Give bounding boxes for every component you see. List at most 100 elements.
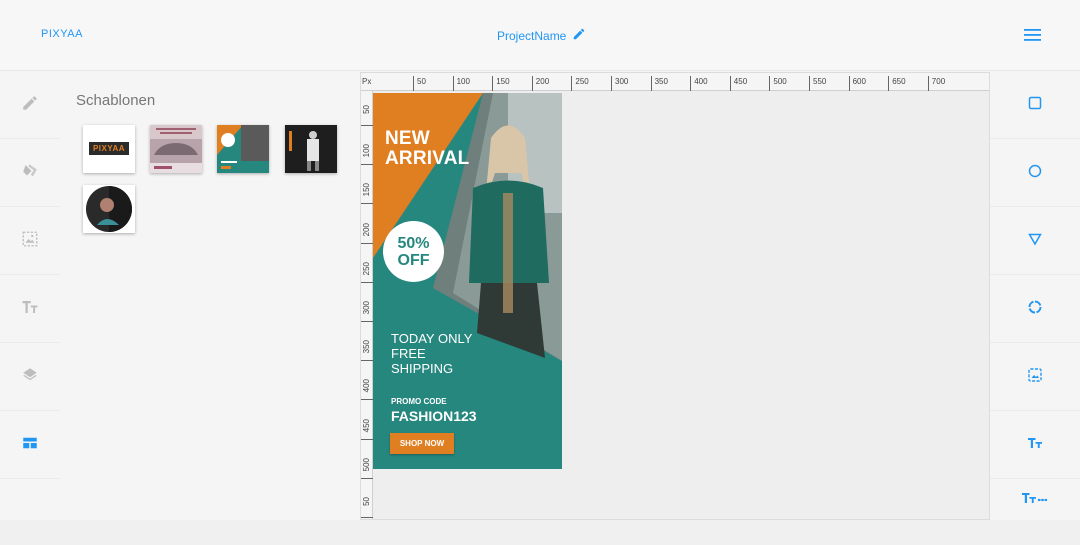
offer-line1: TODAY ONLY	[391, 331, 473, 346]
project-name[interactable]: ProjectName	[497, 29, 566, 43]
ruler-vertical: 50 100 150 200 250 300 350 400 450 500 50	[361, 91, 373, 519]
template-thumb-logo[interactable]: PIXYAA	[83, 125, 135, 173]
ad-headline: NEW ARRIVAL	[385, 129, 469, 169]
ruler-label: 600	[852, 77, 866, 86]
ruler-tick	[848, 76, 850, 91]
ruler-tick	[361, 438, 373, 440]
ruler-label: 450	[733, 77, 748, 86]
ring-icon[interactable]	[1027, 299, 1043, 320]
ruler-tick	[361, 242, 373, 244]
rail-item-templates[interactable]	[0, 412, 60, 479]
ruler-horizontal: Px 50 100 150 200 250 300 350 400 450 500 550 600 65…	[361, 73, 989, 91]
ruler-tick	[361, 360, 373, 362]
tool-image-frame[interactable]	[990, 344, 1080, 411]
rail-item-empty	[0, 480, 60, 520]
tool-rectangle[interactable]	[990, 72, 1080, 139]
template-thumb-portrait[interactable]	[83, 185, 135, 233]
ruler-label: 300	[615, 77, 629, 86]
promo-code: FASHION123	[391, 408, 477, 424]
ruler-tick	[888, 76, 890, 91]
shop-now-button[interactable]: SHOP NOW	[390, 433, 454, 454]
badge-percent: 50%	[397, 234, 430, 252]
pencil-icon[interactable]	[21, 94, 39, 117]
tool-circle[interactable]	[990, 140, 1080, 207]
text-size-icon[interactable]	[1027, 435, 1043, 456]
brand-logo[interactable]: PIXYAA	[41, 28, 83, 40]
ruler-label: 50	[362, 105, 371, 114]
hamburger-menu-icon[interactable]	[1024, 28, 1042, 42]
ruler-tick	[531, 76, 533, 91]
fill-icon[interactable]	[21, 162, 39, 185]
edit-pencil-icon[interactable]	[572, 27, 586, 44]
discount-badge: 50% OFF	[383, 221, 444, 282]
app: PIXYAA ProjectName Schablonen PIXYAA Px …	[0, 0, 1080, 545]
ruler-tick	[361, 399, 373, 401]
panel-title: Schablonen	[76, 92, 156, 109]
canvas-area[interactable]: Px 50 100 150 200 250 300 350 400 450 500 550 600 65…	[360, 72, 990, 520]
ruler-label: 400	[362, 379, 371, 393]
ruler-tick	[571, 76, 573, 91]
template-thumb-car[interactable]	[150, 125, 202, 173]
templates-icon[interactable]	[21, 434, 39, 457]
bottom-strip	[0, 520, 1080, 545]
ruler-tick	[452, 76, 454, 91]
ruler-label: 100	[456, 77, 470, 86]
ruler-tick	[361, 321, 373, 322]
ad-headline-line1: NEW	[385, 128, 430, 149]
ruler-label: 450	[362, 418, 371, 432]
thumb-logo-text: PIXYAA	[92, 144, 126, 153]
ruler-tick	[413, 76, 414, 91]
rail-item-draw[interactable]	[0, 72, 60, 139]
image-frame-icon[interactable]	[1027, 367, 1043, 388]
offer-line3: SHIPPING	[391, 361, 454, 376]
image-icon[interactable]	[21, 230, 39, 253]
ruler-tick	[361, 281, 373, 283]
project-title[interactable]: ProjectName	[497, 27, 586, 44]
template-thumb-bw[interactable]	[285, 125, 337, 173]
ruler-label: 300	[362, 301, 371, 315]
ruler-label: 500	[362, 457, 371, 472]
offer-line2: FREE	[391, 346, 426, 361]
ad-banner[interactable]: NEW ARRIVAL 50% OFF TODAY ONLY FREE SHIP…	[373, 93, 562, 469]
triangle-icon[interactable]	[1027, 231, 1043, 252]
ruler-label: 350	[654, 77, 668, 86]
template-thumb-fashion[interactable]	[217, 125, 269, 173]
tool-triangle[interactable]	[990, 208, 1080, 275]
ruler-label: 150	[496, 77, 510, 86]
ruler-label: 50	[362, 497, 371, 506]
ruler-label: 150	[362, 183, 371, 197]
ruler-label: 700	[931, 77, 946, 86]
ruler-tick	[650, 76, 652, 91]
ruler-label: 250	[362, 261, 371, 276]
square-icon[interactable]	[1027, 95, 1043, 116]
ruler-label: 100	[362, 144, 371, 158]
ruler-tick	[361, 477, 373, 479]
ruler-tick	[492, 76, 494, 91]
offer-text: TODAY ONLY FREE SHIPPING	[391, 331, 472, 376]
ruler-tick	[361, 517, 373, 518]
ruler-tick	[361, 203, 373, 205]
text-icon[interactable]	[21, 298, 39, 321]
ruler-label: 500	[773, 77, 787, 86]
rail-item-image[interactable]	[0, 208, 60, 275]
rail-item-fill[interactable]	[0, 140, 60, 207]
circle-icon[interactable]	[1027, 163, 1043, 184]
tool-text-spacing[interactable]	[990, 480, 1080, 520]
layers-icon[interactable]	[21, 366, 39, 389]
tool-ring[interactable]	[990, 276, 1080, 343]
ruler-tick	[690, 76, 692, 91]
ruler-tick	[361, 125, 373, 126]
thumb-logo-bar: PIXYAA	[89, 142, 129, 155]
rail-item-layers[interactable]	[0, 344, 60, 411]
text-spacing-icon[interactable]	[1021, 490, 1049, 511]
ruler-label: 350	[362, 340, 371, 354]
ruler-label: 50	[417, 77, 426, 86]
tool-text[interactable]	[990, 412, 1080, 479]
ruler-tick	[927, 76, 929, 91]
ruler-label: 550	[813, 77, 827, 86]
ruler-tick	[809, 76, 810, 91]
ad-headline-line2: ARRIVAL	[385, 148, 470, 169]
ruler-tick	[729, 76, 731, 91]
ruler-label: 400	[694, 77, 708, 86]
rail-item-text[interactable]	[0, 276, 60, 343]
